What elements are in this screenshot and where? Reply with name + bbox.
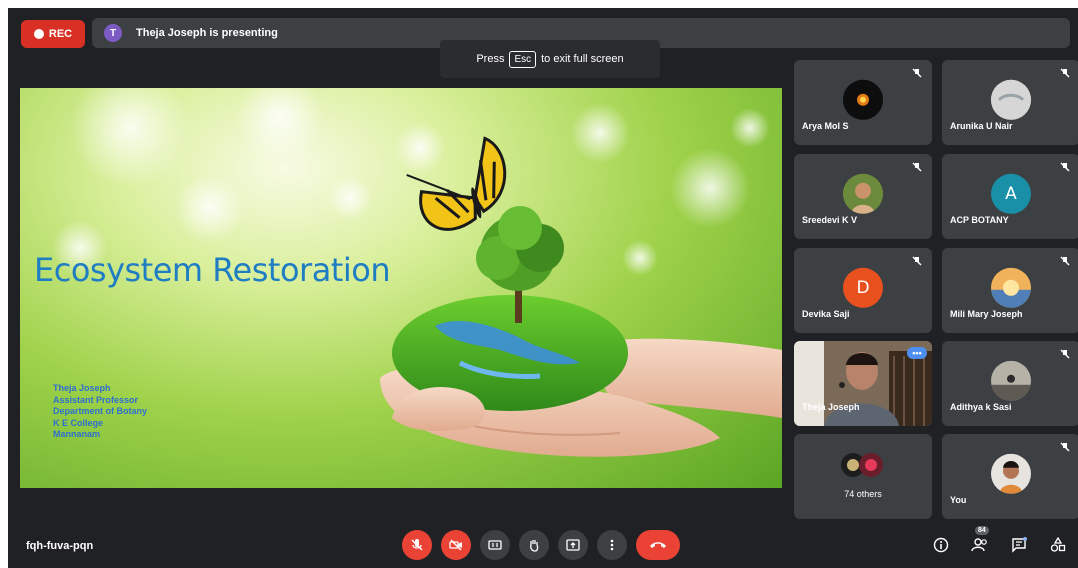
participant-name: Sreedevi K V — [802, 215, 858, 225]
avatar — [991, 79, 1031, 120]
shapes-icon — [1050, 537, 1066, 552]
hand-icon — [530, 540, 539, 552]
participant-name: Arunika U Nair — [950, 121, 1013, 131]
avatar: D — [843, 267, 883, 308]
others-tile[interactable]: 74 others — [794, 434, 932, 519]
others-avatars — [841, 453, 883, 477]
chat-button[interactable] — [1009, 535, 1029, 555]
participant-tile-active-speaker[interactable]: ••• Theja Joseph — [794, 341, 932, 426]
credit-line: Theja Joseph — [53, 383, 111, 393]
others-count: 74 others — [844, 489, 882, 499]
participant-tile[interactable]: D Devika Saji — [794, 248, 932, 333]
presenter-avatar: T — [104, 24, 122, 42]
people-button[interactable]: 84 — [970, 526, 990, 555]
credit-line: Assistant Professor — [53, 394, 139, 405]
mic-off-icon — [1060, 162, 1070, 172]
esc-key: Esc — [509, 50, 537, 68]
leave-call-button[interactable] — [636, 530, 680, 560]
avatar — [843, 79, 883, 120]
presented-slide: Ecosystem Restoration Theja Joseph Assis… — [20, 88, 782, 488]
phone-hangup-icon — [650, 542, 666, 548]
meeting-code: fqh-fuva-pqn — [26, 540, 94, 552]
participant-name: You — [950, 495, 967, 505]
hint-text-after: to exit full screen — [541, 53, 624, 65]
more-options-button[interactable] — [597, 530, 627, 560]
presenter-text: Theja Joseph is presenting — [136, 27, 278, 39]
more-vert-icon — [610, 539, 614, 551]
mic-off-icon — [912, 256, 922, 266]
avatar: A — [991, 173, 1031, 214]
recording-label: REC — [48, 28, 73, 40]
camera-off-icon — [449, 539, 462, 551]
avatar — [991, 360, 1031, 401]
mic-off-icon — [1060, 256, 1070, 266]
meeting-window: REC T Theja Joseph is presenting Press E… — [8, 8, 1078, 568]
participant-tile[interactable]: Sreedevi K V — [794, 154, 932, 239]
participant-tile[interactable]: Mili Mary Joseph — [942, 248, 1078, 333]
mic-off-icon — [1060, 442, 1070, 452]
captions-button[interactable] — [480, 530, 510, 560]
record-dot-icon — [33, 29, 44, 39]
participant-tile[interactable]: A ACP BOTANY — [942, 154, 1078, 239]
chat-icon — [1012, 537, 1027, 553]
people-count-badge: 84 — [975, 526, 989, 535]
mic-off-icon — [1060, 349, 1070, 359]
self-tile[interactable]: You — [942, 434, 1078, 519]
avatar — [991, 453, 1031, 494]
microphone-toggle-button[interactable] — [402, 530, 432, 560]
participant-name: Devika Saji — [802, 309, 850, 319]
recording-indicator: REC — [21, 20, 85, 48]
info-icon — [933, 537, 949, 553]
hint-text-before: Press — [476, 53, 505, 65]
slide-title: Ecosystem Restoration — [34, 251, 391, 289]
credit-line: K E College — [53, 417, 104, 428]
credit-line: Mannanam — [53, 429, 101, 439]
meeting-details-button[interactable] — [931, 535, 951, 555]
mic-off-icon — [912, 162, 922, 172]
credit-line: Department of Botany — [53, 406, 148, 416]
camera-toggle-button[interactable] — [441, 530, 471, 560]
participant-tile[interactable]: Arunika U Nair — [942, 60, 1078, 145]
participant-name: Adithya k Sasi — [950, 402, 1012, 412]
participant-tile[interactable]: Arya Mol S — [794, 60, 932, 145]
mic-off-icon — [1060, 68, 1070, 78]
avatar — [843, 173, 883, 214]
present-icon — [566, 539, 580, 551]
more-options-badge[interactable]: ••• — [907, 347, 927, 359]
people-icon — [971, 538, 987, 552]
mic-off-icon — [912, 68, 922, 78]
raise-hand-button[interactable] — [519, 530, 549, 560]
present-now-button[interactable] — [558, 530, 588, 560]
captions-icon — [488, 540, 502, 550]
participant-name: Mili Mary Joseph — [950, 309, 1023, 319]
call-controls — [402, 530, 680, 560]
participant-name: ACP BOTANY — [950, 215, 1009, 225]
side-controls: 84 — [931, 526, 1068, 555]
participant-tile[interactable]: Adithya k Sasi — [942, 341, 1078, 426]
activities-button[interactable] — [1048, 535, 1068, 555]
participant-name: Arya Mol S — [802, 121, 849, 131]
fullscreen-hint: Press Esc to exit full screen — [440, 40, 660, 78]
participant-name: Theja Joseph — [802, 402, 860, 412]
slide-credits: Theja Joseph Assistant Professor Departm… — [53, 383, 147, 441]
mic-off-icon — [411, 539, 423, 551]
avatar — [991, 267, 1031, 308]
